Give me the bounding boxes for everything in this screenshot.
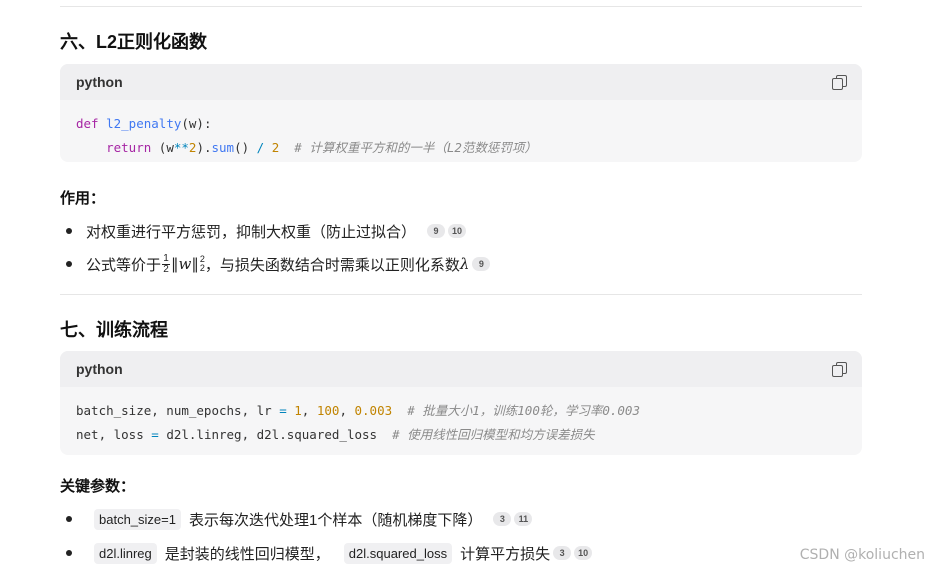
copy-icon[interactable] (832, 75, 847, 90)
section-divider (60, 294, 862, 295)
list-item-text: 计算平方损失 (460, 545, 551, 563)
code-block-training: python batch_size, num_epochs, lr = 1, 1… (60, 351, 862, 455)
list-item: d2l.linreg 是封装的线性回归模型， d2l.squared_loss … (60, 541, 593, 565)
code-language-label: python (76, 361, 123, 377)
code-comment: # 使用线性回归模型和均方误差损失 (377, 427, 595, 442)
code-token: = (279, 403, 287, 418)
citation-badge[interactable]: 9 (427, 224, 446, 238)
list-item: 对权重进行平方惩罚，抑制大权重（防止过拟合） 9 10 (60, 220, 490, 242)
math-norm: ‖w‖ (171, 255, 199, 273)
copy-icon[interactable] (832, 362, 847, 377)
code-token: () (234, 140, 257, 155)
code-header: python (60, 351, 862, 387)
citation-badge[interactable]: 3 (493, 512, 512, 526)
code-token: sum (211, 140, 235, 155)
list-item: 公式等价于 1 2 ‖w‖ 2 2 ，与损失函数结合时需乘以正则化系数 λ 9 (60, 252, 491, 275)
norm-bar: ‖ (171, 255, 179, 273)
code-token: 100 (316, 403, 340, 418)
code-token: l2_penalty (106, 116, 182, 131)
code-body: batch_size, num_epochs, lr = 1, 100, 0.0… (60, 387, 862, 459)
code-token: = (151, 427, 159, 442)
code-token: 1 (294, 403, 302, 418)
list-item-text: 表示每次迭代处理1个样本（随机梯度下降） (188, 511, 483, 529)
code-token: return (106, 140, 152, 155)
subheading-key-params: 关键参数： (60, 478, 136, 495)
code-token: net, loss (76, 427, 152, 442)
code-body: def l2_penalty(w): return (w**2).sum() /… (60, 100, 862, 172)
section-title-l2: 六、L2正则化函数 (60, 32, 208, 52)
math-fraction: 1 2 (162, 252, 171, 275)
code-comment: # 批量大小1，训练100轮，学习率0.003 (392, 403, 640, 418)
code-language-label: python (76, 74, 123, 90)
code-token: (w): (181, 116, 212, 131)
inline-code: d2l.squared_loss (343, 542, 453, 564)
code-block-l2: python def l2_penalty(w): return (w**2).… (60, 64, 862, 162)
params-list: batch_size=1 表示每次迭代处理1个样本（随机梯度下降） 3 11 d… (60, 507, 593, 565)
divider-top (60, 6, 862, 7)
citation-badge[interactable]: 11 (514, 512, 533, 526)
citation-badge[interactable]: 10 (574, 546, 593, 560)
code-token: batch_size, num_epochs, lr (76, 403, 280, 418)
usage-list: 对权重进行平方惩罚，抑制大权重（防止过拟合） 9 10 公式等价于 1 2 ‖w… (60, 220, 491, 275)
code-token: , (339, 403, 355, 418)
list-item-text: 公式等价于 (86, 256, 162, 274)
code-token: def (76, 116, 99, 131)
inline-code: batch_size=1 (94, 508, 181, 530)
watermark: CSDN @koliuchen (799, 547, 925, 563)
norm-bar: ‖ (191, 255, 199, 273)
code-token: (w (151, 140, 174, 155)
citation-badge[interactable]: 3 (553, 546, 572, 560)
subheading-usage: 作用： (60, 190, 106, 207)
inline-code: d2l.linreg (94, 542, 157, 564)
fraction-denominator: 2 (163, 263, 169, 275)
citation-badge[interactable]: 10 (448, 224, 467, 238)
code-token: ). (196, 140, 212, 155)
math-variable: w (178, 255, 192, 273)
list-item-text: 对权重进行平方惩罚，抑制大权重（防止过拟合） (86, 223, 417, 241)
code-token: d2l.linreg, d2l.squared_loss (158, 427, 378, 442)
list-item-text: ，与损失函数结合时需乘以正则化系数 (204, 256, 460, 274)
fraction-numerator: 1 (163, 252, 169, 264)
list-item: batch_size=1 表示每次迭代处理1个样本（随机梯度下降） 3 11 (60, 507, 592, 531)
code-token: 0.003 (354, 403, 393, 418)
list-item-text: 是封装的线性回归模型， (164, 545, 330, 563)
code-token: , (301, 403, 317, 418)
code-token: ** (173, 140, 189, 155)
section-title-training: 七、训练流程 (60, 320, 168, 340)
citation-badge[interactable]: 9 (472, 257, 491, 271)
math-lambda: λ (459, 255, 470, 273)
code-header: python (60, 64, 862, 100)
code-comment: # 计算权重平方和的一半（L2范数惩罚项） (279, 140, 537, 155)
